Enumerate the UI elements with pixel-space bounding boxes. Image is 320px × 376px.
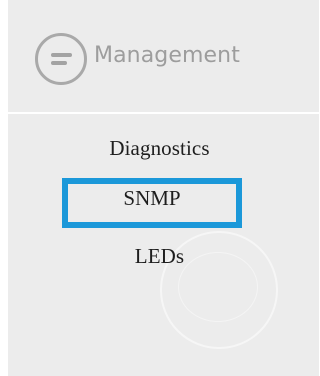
menu-bar-bottom (51, 61, 67, 65)
management-header[interactable]: Management (35, 33, 240, 85)
nav-item-snmp[interactable]: SNMP (62, 186, 242, 211)
nav-item-diagnostics[interactable]: Diagnostics (0, 136, 319, 161)
management-title: Management (94, 42, 240, 68)
nav-item-leds[interactable]: LEDs (0, 244, 319, 269)
menu-bar-top (51, 53, 72, 57)
hamburger-menu-icon[interactable] (35, 33, 87, 85)
header-divider (8, 112, 319, 114)
